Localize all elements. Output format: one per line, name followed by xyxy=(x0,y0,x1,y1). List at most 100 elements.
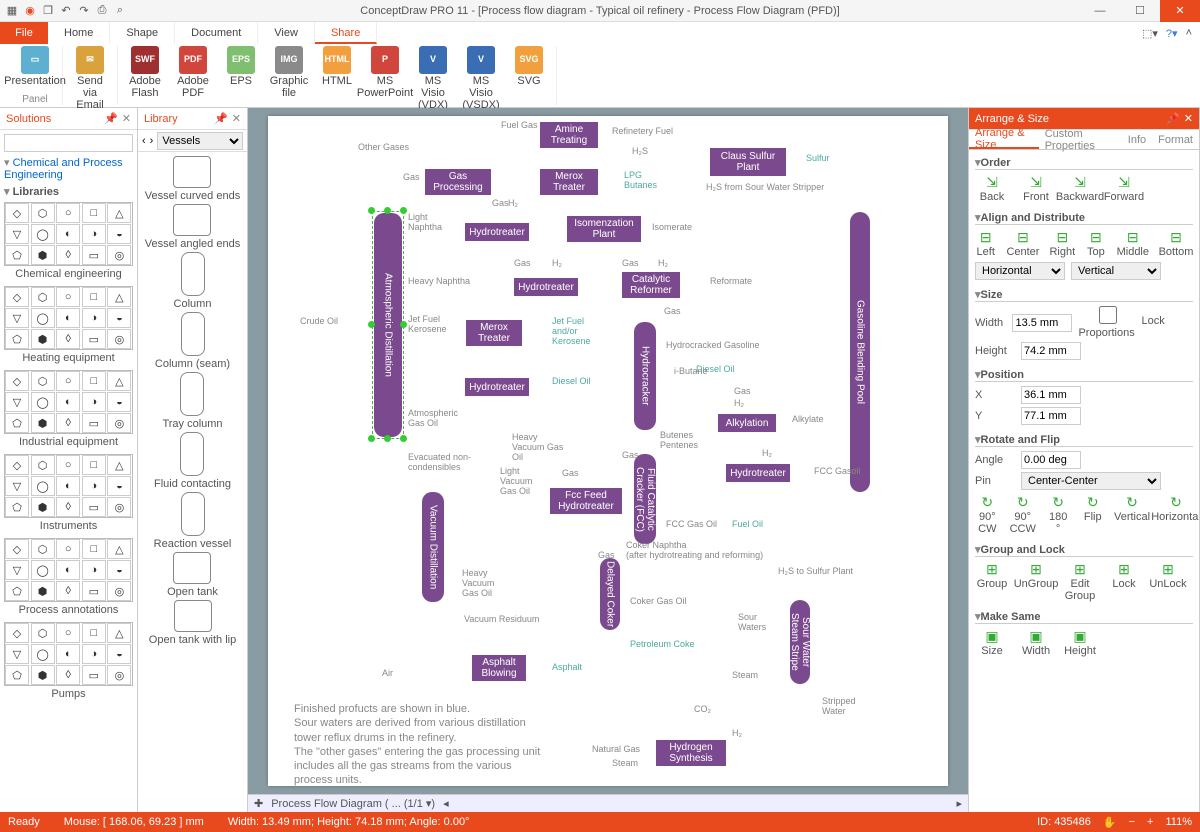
shape-cell[interactable]: ▭ xyxy=(82,329,106,349)
shape-cell[interactable]: ◒ xyxy=(107,644,131,664)
shape-cell[interactable]: □ xyxy=(82,287,106,307)
selection-handle[interactable] xyxy=(400,207,407,214)
export-svg[interactable]: SVGSVG xyxy=(508,46,550,111)
-cw-button[interactable]: ↻90° CW xyxy=(975,494,1000,535)
node-catref[interactable]: Catalytic Reformer xyxy=(622,272,680,298)
shape-cell[interactable]: △ xyxy=(107,455,131,475)
shape-cell[interactable]: ○ xyxy=(56,455,80,475)
shape-cell[interactable]: ◐ xyxy=(56,644,80,664)
ungroup-button[interactable]: ⊞UnGroup xyxy=(1019,561,1053,602)
shape-cell[interactable]: ⬠ xyxy=(5,665,29,685)
qat-save-icon[interactable]: ◉ xyxy=(22,3,38,19)
shape-cell[interactable]: ⬢ xyxy=(31,245,55,265)
--button[interactable]: ↻180 ° xyxy=(1046,494,1071,535)
shape-cell[interactable]: ◯ xyxy=(31,392,55,412)
send-email-button[interactable]: ✉Send via Email xyxy=(69,46,111,111)
shape-cell[interactable]: ⬡ xyxy=(31,623,55,643)
shape-cell[interactable]: ◇ xyxy=(5,623,29,643)
node-hydro2[interactable]: Hydrotreater xyxy=(514,278,578,296)
library-item[interactable]: Vessel angled ends xyxy=(145,204,240,250)
selection-handle[interactable] xyxy=(368,321,375,328)
qat-print-icon[interactable]: ⎙ xyxy=(94,3,110,19)
shape-cell[interactable]: ◒ xyxy=(107,392,131,412)
subtab-custom[interactable]: Custom Properties xyxy=(1039,130,1122,149)
shape-cell[interactable]: ◊ xyxy=(56,245,80,265)
shape-cell[interactable]: △ xyxy=(107,287,131,307)
minimize-button[interactable]: — xyxy=(1080,0,1120,22)
node-coker[interactable]: Delayed Coker xyxy=(600,558,620,630)
shape-cell[interactable]: ○ xyxy=(56,371,80,391)
size-button[interactable]: ▣Size xyxy=(975,628,1009,657)
shape-cell[interactable]: ◯ xyxy=(31,560,55,580)
selection-handle[interactable] xyxy=(384,207,391,214)
node-hydro3[interactable]: Hydrotreater xyxy=(465,378,529,396)
width-button[interactable]: ▣Width xyxy=(1019,628,1053,657)
node-fcc[interactable]: Fluid Catalytic Cracker (FCC) xyxy=(634,454,656,544)
shape-cell[interactable]: ▽ xyxy=(5,560,29,580)
tab-home[interactable]: Home xyxy=(48,22,110,44)
selection-handle[interactable] xyxy=(400,321,407,328)
export-eps[interactable]: EPSEPS xyxy=(220,46,262,111)
shape-cell[interactable]: ◐ xyxy=(56,224,80,244)
shape-cell[interactable]: ○ xyxy=(56,623,80,643)
zoom-in-icon[interactable]: + xyxy=(1147,816,1153,828)
shape-cell[interactable]: ◇ xyxy=(5,371,29,391)
shape-cell[interactable]: ▽ xyxy=(5,392,29,412)
shape-cell[interactable]: ◯ xyxy=(31,476,55,496)
export-ms-visio-vsdx-[interactable]: VMS Visio (VSDX) xyxy=(460,46,502,111)
close-button[interactable]: ✕ xyxy=(1160,0,1200,22)
section-position[interactable]: Position xyxy=(975,368,1193,382)
shape-cell[interactable]: ◑ xyxy=(82,560,106,580)
shape-cell[interactable]: ◑ xyxy=(82,392,106,412)
node-hydro4[interactable]: Hydrotreater xyxy=(726,464,790,482)
subtab-format[interactable]: Format xyxy=(1152,130,1199,149)
shape-cell[interactable]: □ xyxy=(82,455,106,475)
tab-document[interactable]: Document xyxy=(175,22,258,44)
shape-cell[interactable]: □ xyxy=(82,371,106,391)
scroll-left-icon[interactable]: ◂ xyxy=(443,797,449,810)
solution-category-link[interactable]: Chemical and Process Engineering xyxy=(4,155,123,183)
node-atmospheric-distillation[interactable]: Atmospheric Distillation xyxy=(374,213,402,437)
node-gbp[interactable]: Gasoline Blending Pool xyxy=(850,212,870,492)
shape-cell[interactable]: ⬠ xyxy=(5,581,29,601)
selection-handle[interactable] xyxy=(400,435,407,442)
shape-cell[interactable]: ▽ xyxy=(5,308,29,328)
subtab-arrange[interactable]: Arrange & Size xyxy=(969,130,1039,149)
shape-cell[interactable]: ◊ xyxy=(56,665,80,685)
shape-cell[interactable]: ▭ xyxy=(82,245,106,265)
qat-new-icon[interactable]: ▦ xyxy=(4,3,20,19)
shape-cell[interactable]: ◑ xyxy=(82,308,106,328)
node-amine[interactable]: Amine Treating xyxy=(540,122,598,148)
shape-cell[interactable]: ◐ xyxy=(56,392,80,412)
library-item[interactable]: Tray column xyxy=(162,372,222,430)
add-page-icon[interactable]: ✚ xyxy=(254,797,263,810)
node-hsyn[interactable]: Hydrogen Synthesis xyxy=(656,740,726,766)
shape-cell[interactable]: ○ xyxy=(56,287,80,307)
shape-cell[interactable]: ◯ xyxy=(31,308,55,328)
bottom-button[interactable]: ⊟Bottom xyxy=(1159,229,1193,258)
shape-cell[interactable]: ◎ xyxy=(107,413,131,433)
node-alk[interactable]: Alkylation xyxy=(718,414,776,432)
node-fccfeed[interactable]: Fcc Feed Hydrotreater xyxy=(550,488,622,514)
lock-button[interactable]: ⊞Lock xyxy=(1107,561,1141,602)
height-button[interactable]: ▣Height xyxy=(1063,628,1097,657)
right-button[interactable]: ⊟Right xyxy=(1049,229,1075,258)
help-icon[interactable]: ?▾ xyxy=(1166,27,1178,40)
node-claus[interactable]: Claus Sulfur Plant xyxy=(710,148,786,176)
shape-cell[interactable]: ⬢ xyxy=(31,581,55,601)
width-input[interactable] xyxy=(1012,314,1072,332)
pin-icon[interactable]: 📌 xyxy=(1166,112,1180,125)
node-merox2[interactable]: Merox Treater xyxy=(466,320,522,346)
shape-cell[interactable]: ◐ xyxy=(56,476,80,496)
node-sour-water[interactable]: Sour Water Steam Stripe xyxy=(790,600,810,684)
section-align[interactable]: Align and Distribute xyxy=(975,211,1193,225)
tab-shape[interactable]: Shape xyxy=(110,22,175,44)
shape-cell[interactable]: ⬢ xyxy=(31,413,55,433)
shape-cell[interactable]: ◑ xyxy=(82,476,106,496)
shape-cell[interactable]: ⬢ xyxy=(31,665,55,685)
horizontal-button[interactable]: ↻Horizontal xyxy=(1159,494,1193,535)
selection-handle[interactable] xyxy=(384,435,391,442)
shape-cell[interactable]: ◎ xyxy=(107,245,131,265)
library-item[interactable]: Vessel curved ends xyxy=(145,156,240,202)
flip-button[interactable]: ↻Flip xyxy=(1080,494,1105,535)
